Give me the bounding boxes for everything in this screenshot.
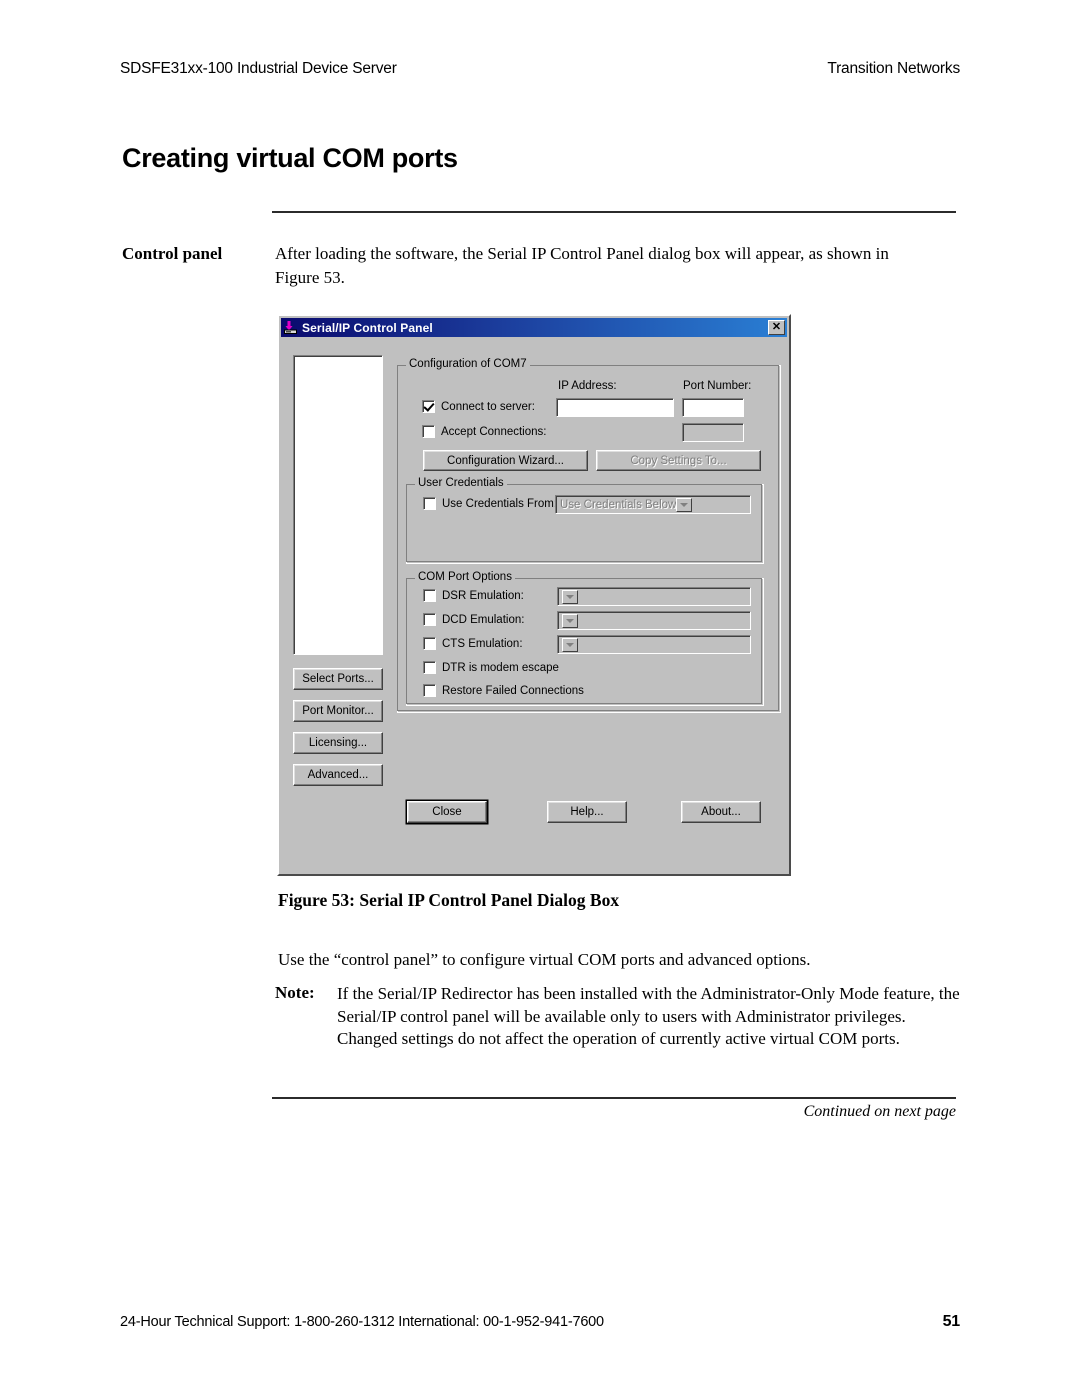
port-number-input[interactable] — [682, 398, 744, 417]
note-paragraph: If the Serial/IP Redirector has been ins… — [337, 984, 960, 1048]
advanced-button[interactable]: Advanced... — [293, 764, 383, 786]
accept-port-number-input — [682, 423, 744, 442]
dsr-emulation-label: DSR Emulation: — [442, 589, 524, 602]
com-port-options-group-label: COM Port Options — [415, 571, 515, 583]
section-side-label: Control panel — [122, 244, 223, 263]
dialog-titlebar[interactable]: Serial/IP Control Panel ✕ — [281, 318, 787, 337]
copy-settings-to-button: Copy Settings To... — [596, 450, 761, 471]
credentials-source-value: Use Credentials Below — [560, 498, 677, 511]
bottom-divider — [272, 1097, 956, 1099]
connect-to-server-row[interactable]: Connect to server: — [422, 400, 535, 413]
page-title: Creating virtual COM ports — [122, 143, 458, 173]
continued-on-next-page: Continued on next page — [803, 1103, 956, 1120]
connect-to-server-checkbox[interactable] — [422, 400, 435, 413]
licensing-button[interactable]: Licensing... — [293, 732, 383, 754]
cts-emulation-checkbox[interactable] — [423, 637, 436, 650]
intro-paragraph: After loading the software, the Serial I… — [275, 244, 889, 287]
accept-connections-checkbox[interactable] — [422, 425, 435, 438]
dtr-modem-escape-label: DTR is modem escape — [442, 661, 559, 674]
header-company-name: Transition Networks — [827, 60, 960, 77]
use-credentials-from-row[interactable]: Use Credentials From: — [423, 497, 557, 510]
port-number-label: Port Number: — [683, 380, 752, 392]
restore-failed-connections-row[interactable]: Restore Failed Connections — [423, 684, 584, 697]
cts-emulation-row[interactable]: CTS Emulation: — [423, 637, 523, 650]
ports-listbox[interactable] — [293, 355, 383, 655]
dsr-emulation-select — [557, 587, 751, 606]
configuration-group-label: Configuration of COM7 — [406, 358, 530, 370]
ip-address-label: IP Address: — [558, 380, 617, 392]
redirector-download-icon — [284, 320, 299, 335]
use-credentials-from-label: Use Credentials From: — [442, 497, 558, 510]
dcd-emulation-row[interactable]: DCD Emulation: — [423, 613, 524, 626]
restore-failed-connections-checkbox[interactable] — [423, 684, 436, 697]
dcd-emulation-checkbox[interactable] — [423, 613, 436, 626]
connect-to-server-label: Connect to server: — [441, 400, 535, 413]
page-footer: 24-Hour Technical Support: 1-800-260-131… — [120, 1313, 960, 1331]
dialog-title-text: Serial/IP Control Panel — [302, 320, 433, 335]
user-credentials-group-label: User Credentials — [415, 477, 507, 489]
dtr-modem-escape-row[interactable]: DTR is modem escape — [423, 661, 559, 674]
chevron-down-icon — [562, 589, 578, 604]
dsr-emulation-row[interactable]: DSR Emulation: — [423, 589, 524, 602]
cts-emulation-select — [557, 635, 751, 654]
dsr-emulation-checkbox[interactable] — [423, 589, 436, 602]
accept-connections-row[interactable]: Accept Connections: — [422, 425, 546, 438]
dcd-emulation-label: DCD Emulation: — [442, 613, 525, 626]
top-divider — [272, 211, 956, 213]
page-number: 51 — [942, 1313, 961, 1330]
restore-failed-connections-label: Restore Failed Connections — [442, 684, 584, 697]
user-credentials-group: User Credentials Use Credentials From: U… — [405, 477, 764, 564]
page-header: SDSFE31xx-100 Industrial Device Server T… — [120, 60, 960, 78]
dialog-client-area: Configuration of COM7 IP Address: Port N… — [281, 339, 787, 872]
header-document-title: SDSFE31xx-100 Industrial Device Server — [120, 60, 397, 77]
chevron-down-icon — [676, 497, 693, 512]
port-monitor-button[interactable]: Port Monitor... — [293, 700, 383, 722]
figure-caption: Figure 53: Serial IP Control Panel Dialo… — [278, 890, 620, 910]
close-icon[interactable]: ✕ — [768, 320, 785, 335]
note-label: Note: — [275, 983, 315, 1002]
footer-support-info: 24-Hour Technical Support: 1-800-260-131… — [120, 1314, 604, 1330]
chevron-down-icon — [562, 613, 578, 628]
credentials-source-select: Use Credentials Below — [555, 495, 751, 514]
ip-address-input[interactable] — [556, 398, 674, 417]
help-button[interactable]: Help... — [547, 801, 627, 823]
select-ports-button[interactable]: Select Ports... — [293, 668, 383, 690]
chevron-down-icon — [562, 637, 578, 652]
serial-ip-control-panel-dialog[interactable]: Serial/IP Control Panel ✕ Configuration … — [277, 314, 791, 876]
close-button[interactable]: Close — [407, 801, 487, 823]
configuration-wizard-button[interactable]: Configuration Wizard... — [423, 450, 588, 471]
body-paragraph: Use the “control panel” to configure vir… — [278, 950, 811, 969]
configuration-group: Configuration of COM7 IP Address: Port N… — [396, 358, 781, 713]
about-button[interactable]: About... — [681, 801, 761, 823]
com-port-options-group: COM Port Options DSR Emulation: DCD Emul… — [405, 571, 764, 706]
dcd-emulation-select — [557, 611, 751, 630]
use-credentials-from-checkbox[interactable] — [423, 497, 436, 510]
dtr-modem-escape-checkbox[interactable] — [423, 661, 436, 674]
cts-emulation-label: CTS Emulation: — [442, 637, 523, 650]
accept-connections-label: Accept Connections: — [441, 425, 547, 438]
